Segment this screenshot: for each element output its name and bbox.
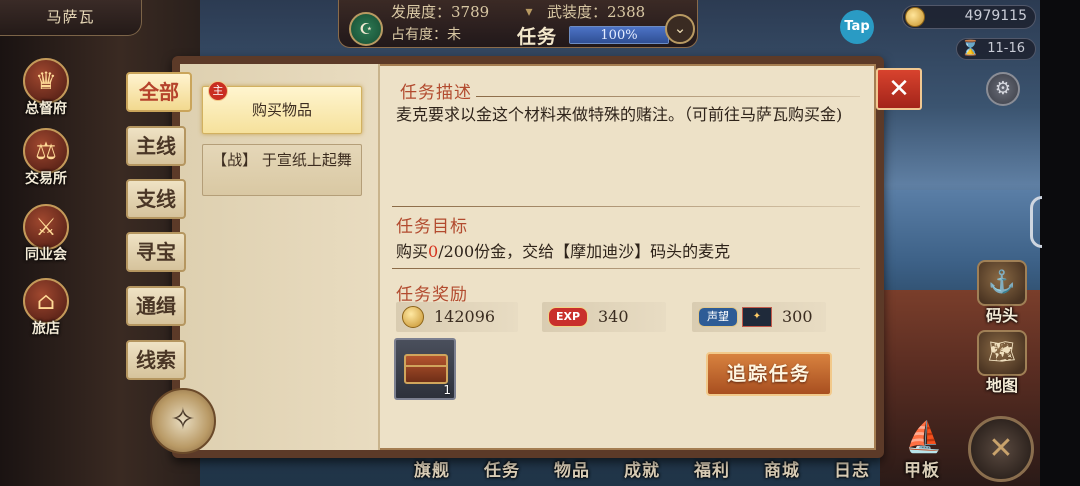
reward-gold: 142096: [396, 302, 518, 332]
tab-main[interactable]: 主线: [126, 126, 186, 166]
gold-coin-icon: [905, 7, 925, 27]
date-value: 11-16: [987, 41, 1025, 56]
divider-ornament-icon: ▾: [525, 4, 533, 20]
track-quest-button[interactable]: 追踪任务: [706, 352, 832, 396]
building-inn[interactable]: ⌂ 旅店: [14, 278, 78, 338]
reward-reputation-value: 300: [782, 307, 813, 326]
goal-prefix: 购买: [396, 242, 429, 261]
chevron-down-icon[interactable]: ⌄: [665, 14, 695, 44]
quest-title: 【战】 于宣纸上起舞: [212, 151, 352, 169]
city-name[interactable]: 马萨瓦: [0, 0, 142, 36]
date-display: ⌛ 11-16: [956, 38, 1036, 60]
main-quest-badge: 主: [208, 81, 228, 101]
building-label: 总督府: [25, 101, 67, 117]
reward-item-slot[interactable]: 1: [394, 338, 456, 400]
close-icon[interactable]: ✕: [876, 68, 922, 110]
task-progress-bar: 100%: [569, 26, 669, 44]
building-label: 同业会: [25, 247, 67, 263]
tab-side[interactable]: 支线: [126, 179, 186, 219]
dock-button[interactable]: ⚓ 码头: [972, 260, 1032, 326]
gold-counter: 4979115: [902, 5, 1036, 29]
compass-icon: ✧: [150, 388, 216, 454]
occupancy-stat: 占有度：未: [391, 27, 461, 43]
crescent-flag-icon[interactable]: ☪: [349, 12, 383, 46]
reward-reputation: 声望 ✦ 300: [692, 302, 826, 332]
menu-flagship[interactable]: 旗舰: [414, 456, 450, 481]
reward-gold-value: 142096: [434, 307, 496, 326]
building-governor[interactable]: ♛ 总督府: [14, 58, 78, 118]
tab-clues[interactable]: 线索: [126, 340, 186, 380]
page-title: 任务: [517, 26, 558, 48]
tab-wanted[interactable]: 通缉: [126, 286, 186, 326]
divider: [392, 206, 860, 207]
gold-coin-icon: [402, 306, 424, 328]
treasure-chest-icon: [404, 354, 448, 384]
reward-exp-value: 340: [598, 307, 629, 326]
progress-text: 100%: [600, 28, 638, 43]
map-scroll-icon: 🗺: [977, 330, 1027, 376]
description-text: 麦克要求以金这个材料来做特殊的赌注。（可前往马萨瓦购买金): [396, 105, 843, 124]
gold-amount: 4979115: [964, 8, 1027, 24]
item-quantity: 1: [443, 383, 451, 397]
tap-button[interactable]: Tap: [840, 10, 874, 44]
divider: [392, 268, 860, 269]
building-guild[interactable]: ⚔ 同业会: [14, 204, 78, 264]
description-title: 任务描述: [400, 83, 472, 103]
tab-treasure[interactable]: 寻宝: [126, 232, 186, 272]
bottom-menu: 旗舰 任务 物品 成就 福利 商城 日志 甲板: [404, 456, 950, 486]
building-label: 交易所: [25, 171, 67, 187]
menu-log[interactable]: 日志: [834, 456, 870, 481]
menu-shop[interactable]: 商城: [764, 456, 800, 481]
reputation-icon: 声望: [698, 307, 738, 327]
reputation-badge-icon: ✦: [742, 307, 772, 327]
menu-welfare[interactable]: 福利: [694, 456, 730, 481]
divider: [476, 96, 860, 97]
dock-icon: ⚓: [977, 260, 1027, 306]
goal-text: 购买0/200份金，交给【摩加迪沙】码头的麦克: [396, 238, 730, 262]
screen-edge: [1040, 0, 1080, 486]
quest-item[interactable]: 主 购买物品: [202, 81, 362, 134]
quest-title: 购买物品: [251, 101, 312, 119]
hourglass-icon: ⌛: [961, 39, 980, 57]
building-exchange[interactable]: ⚖ 交易所: [14, 128, 78, 188]
tab-all[interactable]: 全部: [126, 72, 192, 112]
dock-label: 码头: [985, 306, 1018, 325]
map-label: 地图: [985, 376, 1018, 395]
reward-exp: EXP 340: [542, 302, 666, 332]
menu-tasks[interactable]: 任务: [484, 456, 520, 481]
exp-icon: EXP: [548, 307, 588, 327]
city-stat-bar: ☪ 发展度：3789 ▾ 武装度：2388 占有度：未 任务 100% ⌄: [338, 0, 698, 48]
goal-current: 0: [428, 242, 439, 261]
side-drawer-handle[interactable]: [1030, 196, 1042, 248]
menu-deck[interactable]: 甲板: [904, 456, 940, 481]
menu-items[interactable]: 物品: [554, 456, 590, 481]
quest-item[interactable]: 【战】 于宣纸上起舞: [202, 144, 362, 196]
map-button[interactable]: 🗺 地图: [972, 330, 1032, 396]
gear-icon[interactable]: ⚙: [986, 72, 1020, 106]
menu-achievements[interactable]: 成就: [624, 456, 660, 481]
goal-title: 任务目标: [396, 217, 468, 237]
compass-menu-icon[interactable]: ✕: [968, 416, 1034, 482]
armament-stat: 武装度：2388: [547, 3, 646, 21]
development-stat: 发展度：3789: [391, 3, 490, 21]
goal-suffix: /200份金，交给【摩加迪沙】码头的麦克: [438, 242, 731, 261]
building-label: 旅店: [32, 321, 60, 337]
